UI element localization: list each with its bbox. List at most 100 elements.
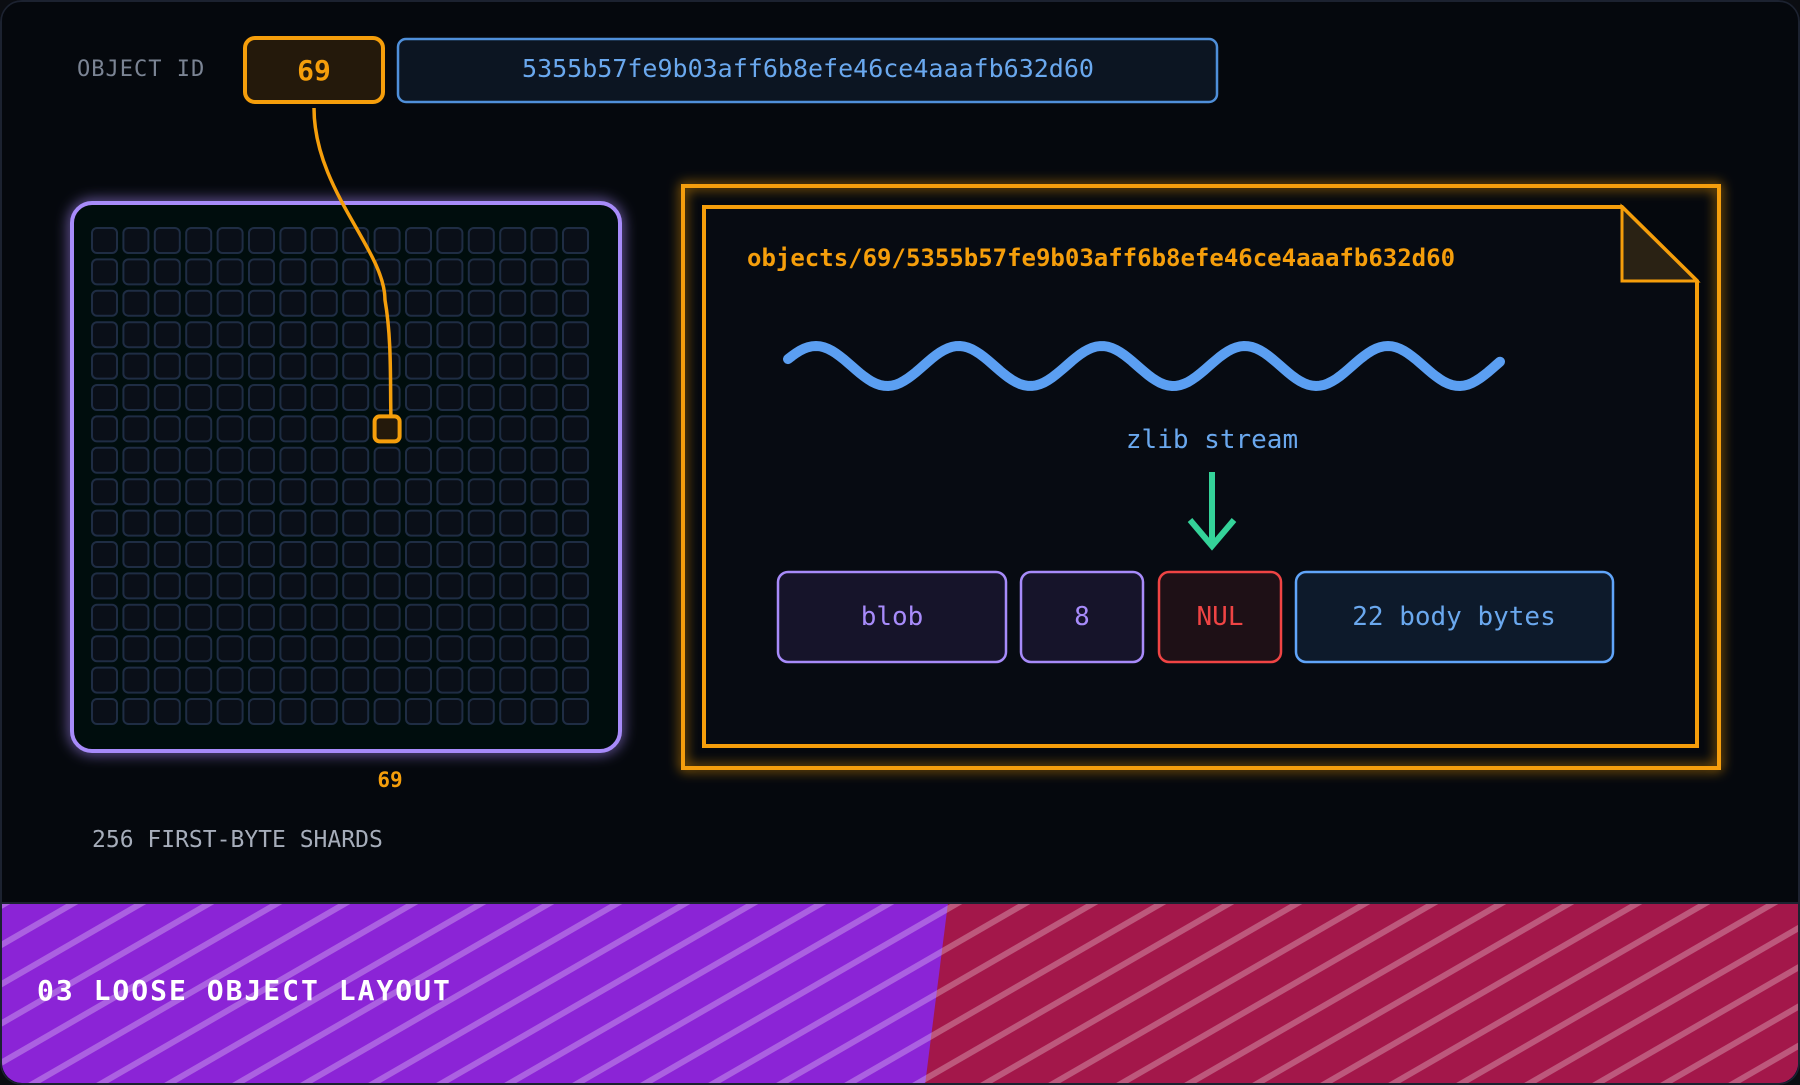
shard-cell	[436, 541, 464, 568]
shard-cell	[279, 635, 307, 663]
shard-cell	[373, 227, 401, 254]
shard-cell	[216, 415, 244, 443]
shard-cell	[342, 289, 370, 317]
shard-cell	[530, 321, 558, 349]
shard-cell	[91, 572, 118, 600]
shard-cell	[499, 541, 527, 568]
shard-cell	[530, 352, 558, 380]
shard-cell	[185, 352, 213, 380]
shard-cell	[216, 603, 244, 631]
shard-cell	[153, 541, 181, 568]
shard-cell	[499, 509, 527, 537]
shard-cell	[405, 541, 432, 568]
shard-cell	[216, 478, 244, 506]
shard-cell	[467, 289, 495, 317]
shard-cell	[467, 603, 495, 631]
shard-cell	[153, 509, 181, 537]
shard-cell	[185, 698, 213, 725]
shard-cell-highlight	[372, 414, 402, 444]
shard-cell	[91, 352, 118, 380]
shard-cell	[153, 446, 181, 474]
shard-cell	[562, 698, 589, 725]
shard-cell	[467, 415, 495, 443]
shard-cell	[216, 666, 244, 694]
shard-cell	[373, 698, 401, 725]
shard-cell	[279, 541, 307, 568]
shard-cell	[248, 572, 275, 600]
shard-cell	[91, 603, 118, 631]
shard-cell	[530, 603, 558, 631]
shard-cell	[91, 384, 118, 411]
shard-cell	[436, 352, 464, 380]
shard-cell	[499, 415, 527, 443]
shard-cell	[216, 509, 244, 537]
shard-cell	[216, 698, 244, 725]
field-body-label: 22 body bytes	[1352, 602, 1556, 632]
shard-cell	[373, 635, 401, 663]
shard-cell	[216, 384, 244, 411]
shard-cell	[122, 227, 150, 254]
shard-cell	[530, 289, 558, 317]
diagram-stage: OBJECT ID 69 5355b57fe9b03aff6b8efe46ce4…	[0, 0, 1800, 1085]
shard-cell	[91, 635, 118, 663]
shard-cell	[436, 258, 464, 286]
shard-cell	[530, 666, 558, 694]
shard-cell	[279, 478, 307, 506]
shard-cell	[153, 384, 181, 411]
shard-cell	[436, 446, 464, 474]
shard-cell	[562, 227, 589, 254]
shard-cell	[279, 698, 307, 725]
shard-cell	[216, 572, 244, 600]
shard-cell	[405, 352, 432, 380]
shard-cell	[373, 603, 401, 631]
shard-cell	[499, 698, 527, 725]
shard-cell	[342, 541, 370, 568]
shard-cell	[405, 258, 432, 286]
shard-cell	[248, 635, 275, 663]
shard-cell	[405, 384, 432, 411]
shard-cell	[122, 603, 150, 631]
shard-cell	[373, 352, 401, 380]
shard-cell	[562, 541, 589, 568]
shard-cell	[467, 384, 495, 411]
diagram-canvas: OBJECT ID 69 5355b57fe9b03aff6b8efe46ce4…	[0, 0, 1800, 1085]
shard-cell	[530, 698, 558, 725]
shard-cell	[499, 603, 527, 631]
shard-cell	[342, 384, 370, 411]
shard-cell	[279, 509, 307, 537]
shard-cell	[91, 666, 118, 694]
footer-title: 03 LOOSE OBJECT LAYOUT	[37, 974, 452, 1007]
shard-cell	[467, 572, 495, 600]
shard-cell	[185, 666, 213, 694]
shard-cell	[405, 509, 432, 537]
shard-cell	[499, 384, 527, 411]
object-file-page	[702, 205, 1699, 748]
shard-cell	[373, 541, 401, 568]
shard-cell	[122, 352, 150, 380]
field-blob: blob	[776, 570, 1008, 664]
shard-cell	[91, 698, 118, 725]
shard-cell	[153, 698, 181, 725]
shard-cell	[530, 635, 558, 663]
shard-cell	[342, 446, 370, 474]
shard-cell	[185, 227, 213, 254]
shard-cell	[153, 478, 181, 506]
shard-cell	[153, 289, 181, 317]
shard-cell	[310, 541, 338, 568]
shard-cell	[499, 321, 527, 349]
shard-cell	[562, 289, 589, 317]
shard-cell	[436, 289, 464, 317]
shard-cell	[185, 541, 213, 568]
shard-cell	[562, 603, 589, 631]
shard-cell	[279, 227, 307, 254]
shard-cell	[467, 352, 495, 380]
shard-cell	[436, 698, 464, 725]
field-blob-label: blob	[861, 602, 924, 632]
shard-cell	[310, 352, 338, 380]
shard-cell	[310, 666, 338, 694]
shard-cell	[91, 415, 118, 443]
shard-cell	[530, 478, 558, 506]
field-nul: NUL	[1157, 570, 1283, 664]
shard-cell	[530, 415, 558, 443]
shard-cell	[405, 603, 432, 631]
